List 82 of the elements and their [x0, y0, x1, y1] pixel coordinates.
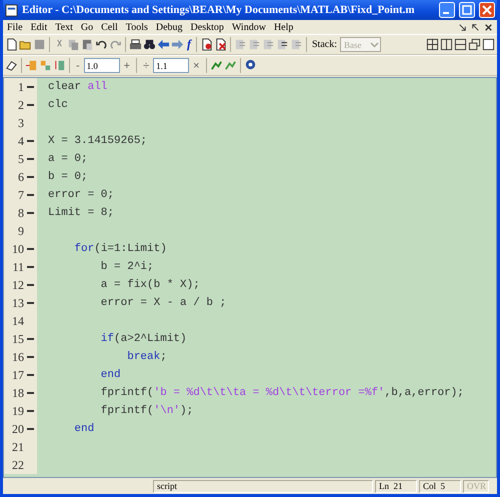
overwrite-status: OVR	[463, 480, 489, 492]
paste-icon[interactable]	[81, 38, 94, 51]
line-number: 12	[12, 278, 24, 292]
line-number: 3	[18, 116, 24, 130]
menu-item[interactable]: Help	[272, 22, 300, 32]
split-columns-icon[interactable]	[440, 38, 453, 51]
code-line: break;	[126, 351, 167, 363]
line-number: 16	[12, 350, 24, 364]
column-status: Col 5	[419, 480, 461, 492]
line-number: 14	[12, 314, 24, 328]
maximize-button[interactable]	[459, 2, 475, 18]
editor-icon	[5, 4, 18, 16]
close-button[interactable]	[479, 2, 495, 18]
line-number: 8	[18, 206, 24, 220]
line-number: 18	[12, 386, 24, 400]
code-line: a = 0;	[47, 153, 88, 165]
line-number: 1	[18, 80, 24, 94]
clear-breakpoint-icon[interactable]	[214, 38, 227, 51]
menu-item[interactable]: Go	[78, 22, 100, 32]
code-line: end	[73, 423, 94, 435]
float-windows-icon[interactable]	[468, 38, 481, 51]
undo-icon[interactable]	[95, 38, 108, 51]
code-line: fprintf('\n');	[100, 405, 194, 417]
print-icon[interactable]	[129, 38, 142, 51]
line-number: 10	[12, 242, 24, 256]
line-number: 15	[12, 332, 24, 346]
minimize-button[interactable]	[439, 2, 455, 18]
code-line: X = 3.14159265;	[47, 135, 148, 147]
line-number: 19	[12, 404, 24, 418]
line-status: Ln 21	[375, 480, 417, 492]
file-type-status: script	[153, 480, 373, 492]
line-number: 9	[18, 224, 24, 238]
menu-item[interactable]: Tools	[124, 22, 154, 32]
line-number: 6	[18, 170, 24, 184]
code-line: b = 0;	[47, 171, 88, 183]
code-line: error = X - a / b ;	[100, 297, 226, 309]
function-button[interactable]: f	[185, 37, 193, 52]
plus-button[interactable]: +	[120, 60, 134, 72]
line-number: 20	[12, 422, 24, 436]
eraser-icon[interactable]	[5, 59, 18, 72]
line-number: 21	[12, 440, 24, 454]
code-line: a = fix(b * X);	[100, 279, 200, 291]
factor-field[interactable]: 1.1	[153, 58, 190, 73]
binoculars-icon[interactable]	[143, 38, 156, 51]
code-line: error = 0;	[47, 189, 114, 201]
code-line: Limit = 8;	[47, 207, 114, 219]
menu-item[interactable]: Cell	[99, 22, 124, 32]
window-title: Editor - C:\Documents and Settings\BEAR\My Documents\MATLAB\Fixd_Point.m	[22, 4, 416, 16]
menu-item[interactable]: Debug	[154, 22, 189, 32]
set-breakpoint-icon[interactable]	[200, 38, 213, 51]
divide-button[interactable]: ÷	[140, 60, 152, 72]
forward-arrow-icon[interactable]	[171, 38, 184, 51]
line-number: 22	[12, 458, 24, 472]
times-button[interactable]: ×	[190, 60, 203, 72]
code-line: for(i=1:Limit)	[73, 243, 167, 255]
line-number: 4	[18, 134, 24, 148]
maximize-document-icon[interactable]	[482, 38, 495, 51]
menu-item[interactable]: File	[5, 22, 29, 32]
code-line: clc	[47, 99, 68, 111]
split-rows-icon[interactable]	[454, 38, 467, 51]
code-line: if(a>2^Limit)	[100, 333, 187, 345]
decrement-field[interactable]: 1.0	[84, 58, 120, 73]
back-arrow-icon[interactable]	[157, 38, 170, 51]
line-number: 7	[18, 188, 24, 202]
copy-icon[interactable]	[67, 38, 80, 51]
line-number: 13	[12, 296, 24, 310]
menu-item[interactable]: Edit	[28, 22, 54, 32]
code-line: clear all	[47, 81, 108, 93]
code-line: fprintf('b = %d\t\t\ta = %d\t\t\terror =%f',b,a,error);	[100, 387, 464, 399]
line-number: 17	[12, 368, 24, 382]
line-number: 2	[18, 98, 24, 112]
menu-item[interactable]: Window	[230, 22, 272, 32]
tile-grid-icon[interactable]	[426, 38, 439, 51]
code-line: b = 2^i;	[100, 261, 154, 273]
code-line: end	[100, 369, 121, 381]
menu-item[interactable]: Text	[53, 22, 79, 32]
menu-item[interactable]: Desktop	[188, 22, 230, 32]
new-file-icon[interactable]	[5, 38, 18, 51]
line-number: 11	[12, 260, 24, 274]
minus-button[interactable]: -	[73, 60, 83, 72]
line-number: 5	[18, 152, 24, 166]
stack-label: Stack:	[311, 39, 338, 50]
